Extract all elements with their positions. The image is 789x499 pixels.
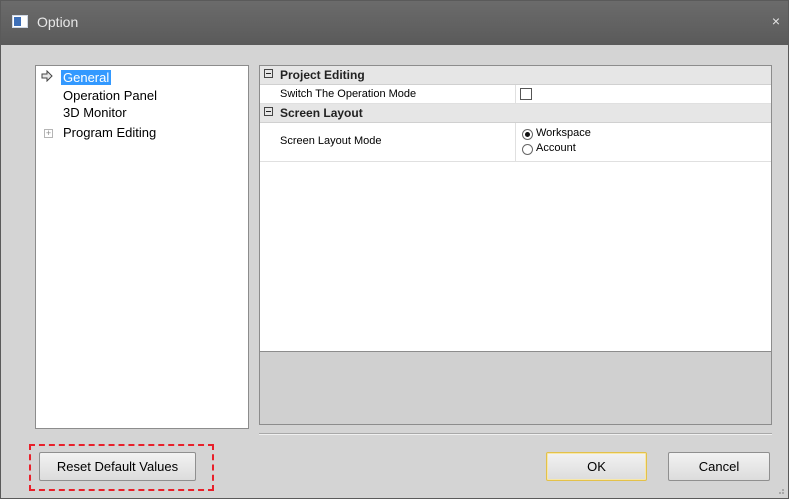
resize-grip-icon[interactable]: [775, 485, 785, 495]
separator: [259, 433, 772, 435]
column-divider: [515, 85, 516, 103]
option-dialog: Option × General Operation Panel 3D Moni…: [0, 0, 789, 499]
switch-operation-mode-checkbox[interactable]: [520, 88, 532, 100]
workspace-radio[interactable]: [522, 129, 533, 140]
property-name: Switch The Operation Mode: [280, 88, 417, 100]
arrow-icon: [41, 70, 53, 82]
column-divider: [515, 123, 516, 161]
collapse-icon[interactable]: [264, 69, 273, 78]
tree-item-label: 3D Monitor: [63, 105, 127, 120]
ok-button[interactable]: OK: [546, 452, 647, 481]
tree-item-label: General: [61, 70, 112, 85]
cancel-button[interactable]: Cancel: [668, 452, 770, 481]
close-icon[interactable]: ×: [772, 13, 780, 29]
tree-item-program-editing[interactable]: Program Editing: [63, 124, 156, 141]
category-project-editing[interactable]: Project Editing: [260, 66, 771, 85]
account-radio[interactable]: [522, 144, 533, 155]
tree-item-general[interactable]: General: [61, 69, 112, 86]
expand-icon[interactable]: +: [44, 129, 53, 138]
tree-item-3d-monitor[interactable]: 3D Monitor: [63, 104, 127, 121]
highlight-box: [29, 444, 214, 491]
category-screen-layout[interactable]: Screen Layout: [260, 104, 771, 123]
category-tree: General Operation Panel 3D Monitor + Pro…: [35, 65, 249, 429]
property-name: Screen Layout Mode: [280, 135, 382, 147]
window-title: Option: [37, 14, 79, 30]
property-row-switch-operation-mode[interactable]: Switch The Operation Mode: [260, 85, 771, 104]
app-icon: [12, 15, 28, 28]
category-label: Project Editing: [280, 68, 365, 82]
tree-item-operation-panel[interactable]: Operation Panel: [63, 87, 157, 104]
tree-item-label: Operation Panel: [63, 88, 157, 103]
category-label: Screen Layout: [280, 106, 363, 120]
property-row-screen-layout-mode[interactable]: Screen Layout Mode Workspace Account: [260, 123, 771, 162]
tree-item-label: Program Editing: [63, 125, 157, 140]
workspace-radio-label[interactable]: Workspace: [536, 127, 591, 139]
collapse-icon[interactable]: [264, 107, 273, 116]
title-bar[interactable]: Option ×: [1, 1, 788, 45]
description-panel: [259, 351, 772, 425]
account-radio-label[interactable]: Account: [536, 142, 576, 154]
